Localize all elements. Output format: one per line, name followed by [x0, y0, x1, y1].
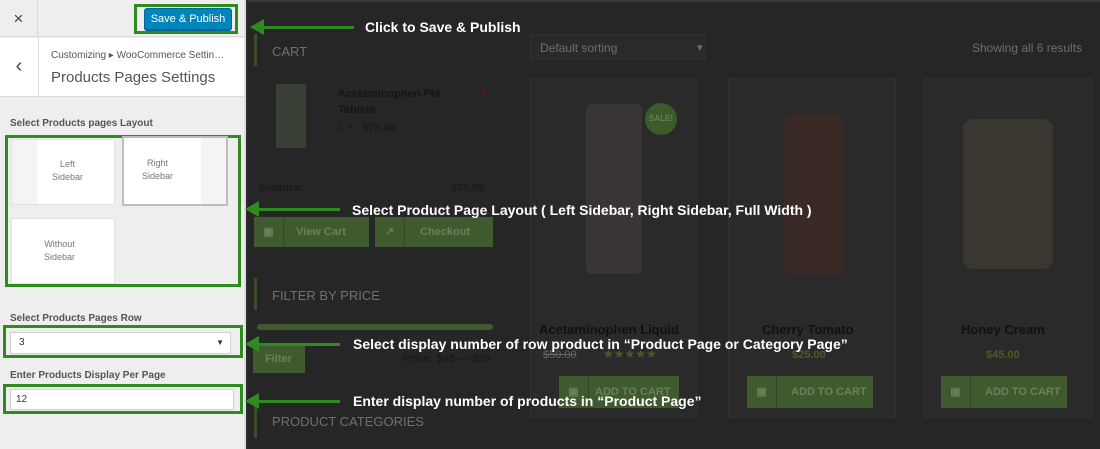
product-image	[963, 119, 1053, 269]
sidebar-strip	[201, 138, 226, 204]
sidebar-strip	[12, 140, 37, 204]
cart-item-price: $75.00	[362, 122, 396, 134]
page-title: Products Pages Settings	[51, 69, 216, 86]
row-select-value: 3	[19, 337, 25, 348]
product-image	[784, 114, 844, 274]
product-card[interactable]: Cherry Tomato $25.00 ▣ ADD TO CART	[728, 78, 896, 418]
remove-icon[interactable]: ×	[481, 86, 488, 100]
add-to-cart-button[interactable]: ▣ ADD TO CART	[941, 376, 1067, 408]
cart-icon: ▣	[254, 217, 284, 247]
cart-icon: ▣	[941, 376, 971, 408]
annotation-layout: Select Product Page Layout ( Left Sideba…	[352, 202, 812, 218]
view-cart-button[interactable]: ▣ View Cart	[254, 217, 369, 247]
arrow-left-icon	[245, 393, 259, 409]
widget-accent	[254, 278, 257, 310]
subtotal-value: $75.00	[451, 182, 485, 194]
cart-item-image	[276, 84, 306, 148]
product-price: $45.00	[986, 349, 1020, 361]
layout-option-label: Right Sidebar	[142, 158, 174, 181]
arrow-line	[257, 400, 340, 403]
sorting-select[interactable]: Default sorting ▾	[530, 34, 706, 60]
results-count: Showing all 6 results	[972, 41, 1083, 55]
annotation-publish: Click to Save & Publish	[365, 19, 521, 35]
layout-option-label: Without Sidebar	[44, 239, 76, 262]
arrow-left-icon	[245, 336, 259, 352]
layout-label: Select Products pages Layout	[10, 118, 153, 129]
cart-widget-title: CART	[272, 44, 308, 59]
price-range: Price: $45 — $99	[403, 353, 491, 365]
breadcrumb: Customizing ▸ WooCommerce Settin…	[51, 50, 225, 61]
back-icon[interactable]: ‹	[0, 38, 39, 97]
chevron-down-icon: ▼	[216, 338, 224, 347]
arrow-left-icon	[250, 19, 264, 35]
site-preview: CART Acetaminophen PM Tablets 1 × $75.00…	[248, 0, 1100, 449]
add-to-cart-button[interactable]: ▣ ADD TO CART	[747, 376, 873, 408]
product-name[interactable]: Acetaminophen Liquid	[539, 322, 679, 337]
subtotal-label: Subtotal:	[258, 182, 306, 194]
product-card[interactable]: SALE! Acetaminophen Liquid $50.00 ★★★★★ …	[530, 78, 698, 418]
price-slider[interactable]	[257, 324, 493, 330]
filter-widget-title: FILTER BY PRICE	[272, 288, 380, 303]
sale-badge: SALE!	[645, 103, 677, 135]
annotation-perpage: Enter display number of products in “Pro…	[353, 393, 702, 409]
save-publish-button[interactable]: Save & Publish	[144, 8, 232, 30]
section-header: ‹ Customizing ▸ WooCommerce Settin… Prod…	[0, 38, 244, 97]
cart-item-name-line2[interactable]: Tablets	[338, 104, 376, 116]
layout-option-right-sidebar[interactable]: Right Sidebar	[122, 136, 228, 206]
layout-option-label: Left Sidebar	[52, 159, 84, 182]
perpage-label: Enter Products Display Per Page	[10, 370, 166, 381]
chevron-down-icon: ▾	[697, 42, 703, 54]
product-name[interactable]: Honey Cream	[961, 322, 1045, 337]
cart-item-qty: 1 ×	[338, 122, 354, 134]
layout-option-left-sidebar[interactable]: Left Sidebar	[11, 139, 115, 205]
checkout-icon: ↗	[375, 217, 405, 247]
widget-accent	[254, 404, 257, 438]
cart-item-name[interactable]: Acetaminophen PM	[338, 88, 440, 100]
categories-widget-title: PRODUCT CATEGORIES	[272, 414, 424, 429]
filter-button[interactable]: Filter	[253, 345, 305, 373]
widget-accent	[254, 34, 257, 66]
row-select[interactable]: 3 ▼	[10, 332, 231, 354]
arrow-line	[262, 26, 354, 29]
product-image	[586, 104, 642, 274]
layout-option-without-sidebar[interactable]: Without Sidebar	[11, 218, 115, 284]
checkout-button[interactable]: ↗ Checkout	[375, 217, 493, 247]
annotation-row: Select display number of row product in …	[353, 336, 848, 352]
customizer-panel: × Save & Publish ‹ Customizing ▸ WooComm…	[0, 0, 246, 449]
cart-icon: ▣	[747, 376, 777, 408]
row-label: Select Products Pages Row	[10, 313, 142, 324]
perpage-input[interactable]: 12	[10, 389, 234, 410]
product-card[interactable]: Honey Cream $45.00 ▣ ADD TO CART	[924, 78, 1092, 418]
arrow-left-icon	[245, 201, 259, 217]
arrow-line	[257, 208, 340, 211]
preview-top-rule	[248, 0, 1100, 2]
product-name[interactable]: Cherry Tomato	[762, 322, 854, 337]
close-icon[interactable]: ×	[0, 0, 38, 37]
arrow-line	[257, 343, 340, 346]
